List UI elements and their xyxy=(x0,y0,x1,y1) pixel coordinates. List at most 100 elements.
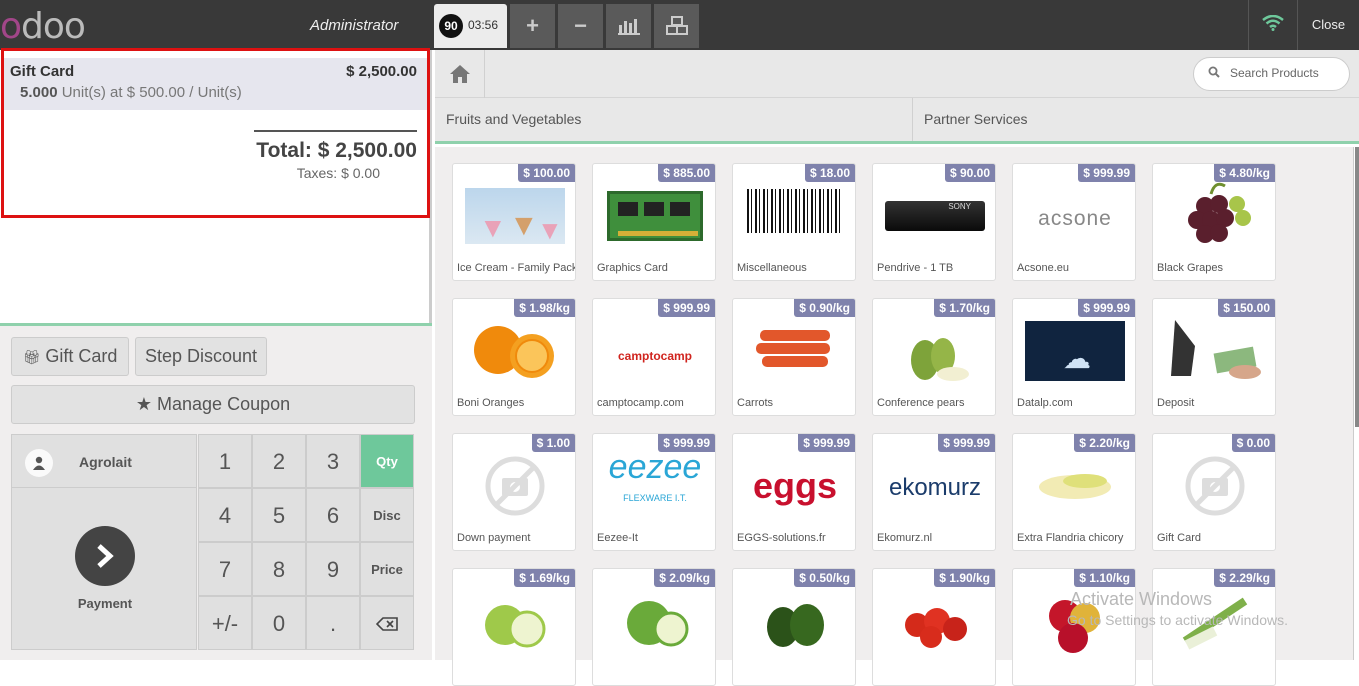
product-card[interactable]: ekomurz $ 999.99 Ekomurz.nl xyxy=(872,433,996,551)
eezee-subtitle: FLEXWARE I.T. xyxy=(623,493,687,503)
product-card[interactable]: acsone $ 999.99 Acsone.eu xyxy=(1012,163,1136,281)
product-name: Black Grapes xyxy=(1157,262,1224,274)
product-card[interactable]: $ 1.98/kg Boni Oranges xyxy=(452,298,576,416)
product-card[interactable]: $ 2.20/kg Extra Flandria chicory xyxy=(1012,433,1136,551)
key-8[interactable]: 8 xyxy=(252,542,306,596)
product-card[interactable]: $ 18.00 Miscellaneous xyxy=(732,163,856,281)
product-name: Ice Cream - Family Pack xyxy=(457,262,576,274)
qty-mode-button[interactable]: Qty xyxy=(360,434,414,488)
order-total: Total: $ 2,500.00 xyxy=(256,139,417,162)
order-summary: Gift Card $ 2,500.00 5.000 Unit(s) at $ … xyxy=(1,48,430,218)
order-tab[interactable]: 90 03:56 xyxy=(434,4,507,48)
close-button[interactable]: Close xyxy=(1297,0,1359,50)
product-card[interactable]: $ 0.00 Gift Card xyxy=(1152,433,1276,551)
new-order-button[interactable]: + xyxy=(510,4,555,48)
product-card[interactable]: $ 0.90/kg Carrots xyxy=(732,298,856,416)
home-icon[interactable] xyxy=(435,50,485,98)
product-price: $ 100.00 xyxy=(518,164,575,182)
category-bar: Fruits and Vegetables Partner Services xyxy=(435,98,1359,144)
product-image xyxy=(1023,456,1127,516)
gift-card-button[interactable]: 🎁︎ Gift Card xyxy=(11,337,129,376)
set-customer-button[interactable]: Agrolait xyxy=(11,434,197,488)
category-fruits-vegetables[interactable]: Fruits and Vegetables xyxy=(435,98,912,141)
product-card[interactable]: $ 1.90/kg xyxy=(872,568,996,686)
order-line[interactable]: Gift Card $ 2,500.00 5.000 Unit(s) at $ … xyxy=(4,58,427,110)
product-card[interactable]: $ 2.09/kg xyxy=(592,568,716,686)
product-price: $ 2.29/kg xyxy=(1214,569,1275,587)
product-price: $ 1.10/kg xyxy=(1074,569,1135,587)
product-card[interactable]: camptocamp $ 999.99 camptocamp.com xyxy=(592,298,716,416)
product-image xyxy=(463,321,567,381)
product-image xyxy=(1163,456,1267,516)
product-scrollbar[interactable] xyxy=(1355,147,1359,427)
product-name: Deposit xyxy=(1157,397,1195,409)
minus-icon: − xyxy=(574,13,587,38)
product-name: camptocamp.com xyxy=(597,397,684,409)
key-4[interactable]: 4 xyxy=(198,488,252,542)
user-icon xyxy=(25,449,53,477)
manage-coupon-button[interactable]: ★ Manage Coupon xyxy=(11,385,415,424)
product-card[interactable]: SONY $ 90.00 Pendrive - 1 TB xyxy=(872,163,996,281)
product-card[interactable]: ▼ ▼ ▼ $ 100.00 Ice Cream - Family Pack xyxy=(452,163,576,281)
product-price: $ 999.99 xyxy=(1078,299,1135,317)
product-price: $ 885.00 xyxy=(658,164,715,182)
stats-button[interactable] xyxy=(606,4,651,48)
product-card[interactable]: eezee FLEXWARE I.T. $ 999.99 Eezee-It xyxy=(592,433,716,551)
product-card[interactable]: $ 1.69/kg xyxy=(452,568,576,686)
key-7[interactable]: 7 xyxy=(198,542,252,596)
cashbox-button[interactable] xyxy=(654,4,699,48)
product-image: eezee FLEXWARE I.T. xyxy=(603,450,707,516)
discount-mode-button[interactable]: Disc xyxy=(360,488,414,542)
product-card[interactable]: $ 150.00 Deposit xyxy=(1152,298,1276,416)
product-image xyxy=(883,321,987,381)
order-line-product: Gift Card xyxy=(10,63,75,80)
decimal-key[interactable]: . xyxy=(306,596,360,650)
product-image xyxy=(603,591,707,651)
product-name: Gift Card xyxy=(1157,532,1202,544)
boxes-icon xyxy=(665,16,688,35)
product-card[interactable]: $ 1.70/kg Conference pears xyxy=(872,298,996,416)
product-image: SONY xyxy=(883,186,987,246)
backspace-icon xyxy=(375,617,398,631)
product-card[interactable]: $ 885.00 Graphics Card xyxy=(592,163,716,281)
product-image xyxy=(743,186,847,246)
step-discount-button[interactable]: Step Discount xyxy=(135,337,267,376)
backspace-key[interactable] xyxy=(360,596,414,650)
order-line-price: $ 2,500.00 xyxy=(346,63,417,80)
category-partner-services[interactable]: Partner Services xyxy=(912,98,1359,141)
key-9[interactable]: 9 xyxy=(306,542,360,596)
key-6[interactable]: 6 xyxy=(306,488,360,542)
key-1[interactable]: 1 xyxy=(198,434,252,488)
total-divider xyxy=(254,130,417,132)
key-5[interactable]: 5 xyxy=(252,488,306,542)
order-taxes: Taxes: $ 0.00 xyxy=(296,165,380,181)
product-card[interactable]: eggs $ 999.99 EGGS-solutions.fr xyxy=(732,433,856,551)
product-card[interactable]: ☁︎ $ 999.99 Datalp.com xyxy=(1012,298,1136,416)
product-card[interactable]: $ 1.00 Down payment xyxy=(452,433,576,551)
order-number: 90 xyxy=(439,14,463,38)
product-card[interactable]: $ 0.50/kg xyxy=(732,568,856,686)
product-price: $ 0.50/kg xyxy=(794,569,855,587)
delete-order-button[interactable]: − xyxy=(558,4,603,48)
product-name: Eezee-It xyxy=(597,532,638,544)
product-card[interactable]: $ 4.80/kg Black Grapes xyxy=(1152,163,1276,281)
product-name: Graphics Card xyxy=(597,262,668,274)
order-line-info: 5.000 Unit(s) at $ 500.00 / Unit(s) xyxy=(20,84,242,101)
search-input[interactable] xyxy=(1230,66,1345,80)
product-image: eggs xyxy=(743,456,847,516)
product-image xyxy=(463,456,567,516)
search-icon xyxy=(1208,66,1220,81)
payment-button[interactable]: Payment xyxy=(11,488,197,650)
product-name: Pendrive - 1 TB xyxy=(877,262,954,274)
key-0[interactable]: 0 xyxy=(252,596,306,650)
search-box[interactable] xyxy=(1193,57,1350,91)
key-2[interactable]: 2 xyxy=(252,434,306,488)
product-price: $ 0.00 xyxy=(1231,434,1275,452)
wifi-status-icon[interactable] xyxy=(1248,0,1297,50)
plus-minus-key[interactable]: +/- xyxy=(198,596,252,650)
key-3[interactable]: 3 xyxy=(306,434,360,488)
top-bar: odoo Administrator 90 03:56 + − Close xyxy=(0,0,1359,50)
product-price: $ 999.99 xyxy=(938,434,995,452)
acsone-logo: acsone xyxy=(1038,207,1112,230)
price-mode-button[interactable]: Price xyxy=(360,542,414,596)
